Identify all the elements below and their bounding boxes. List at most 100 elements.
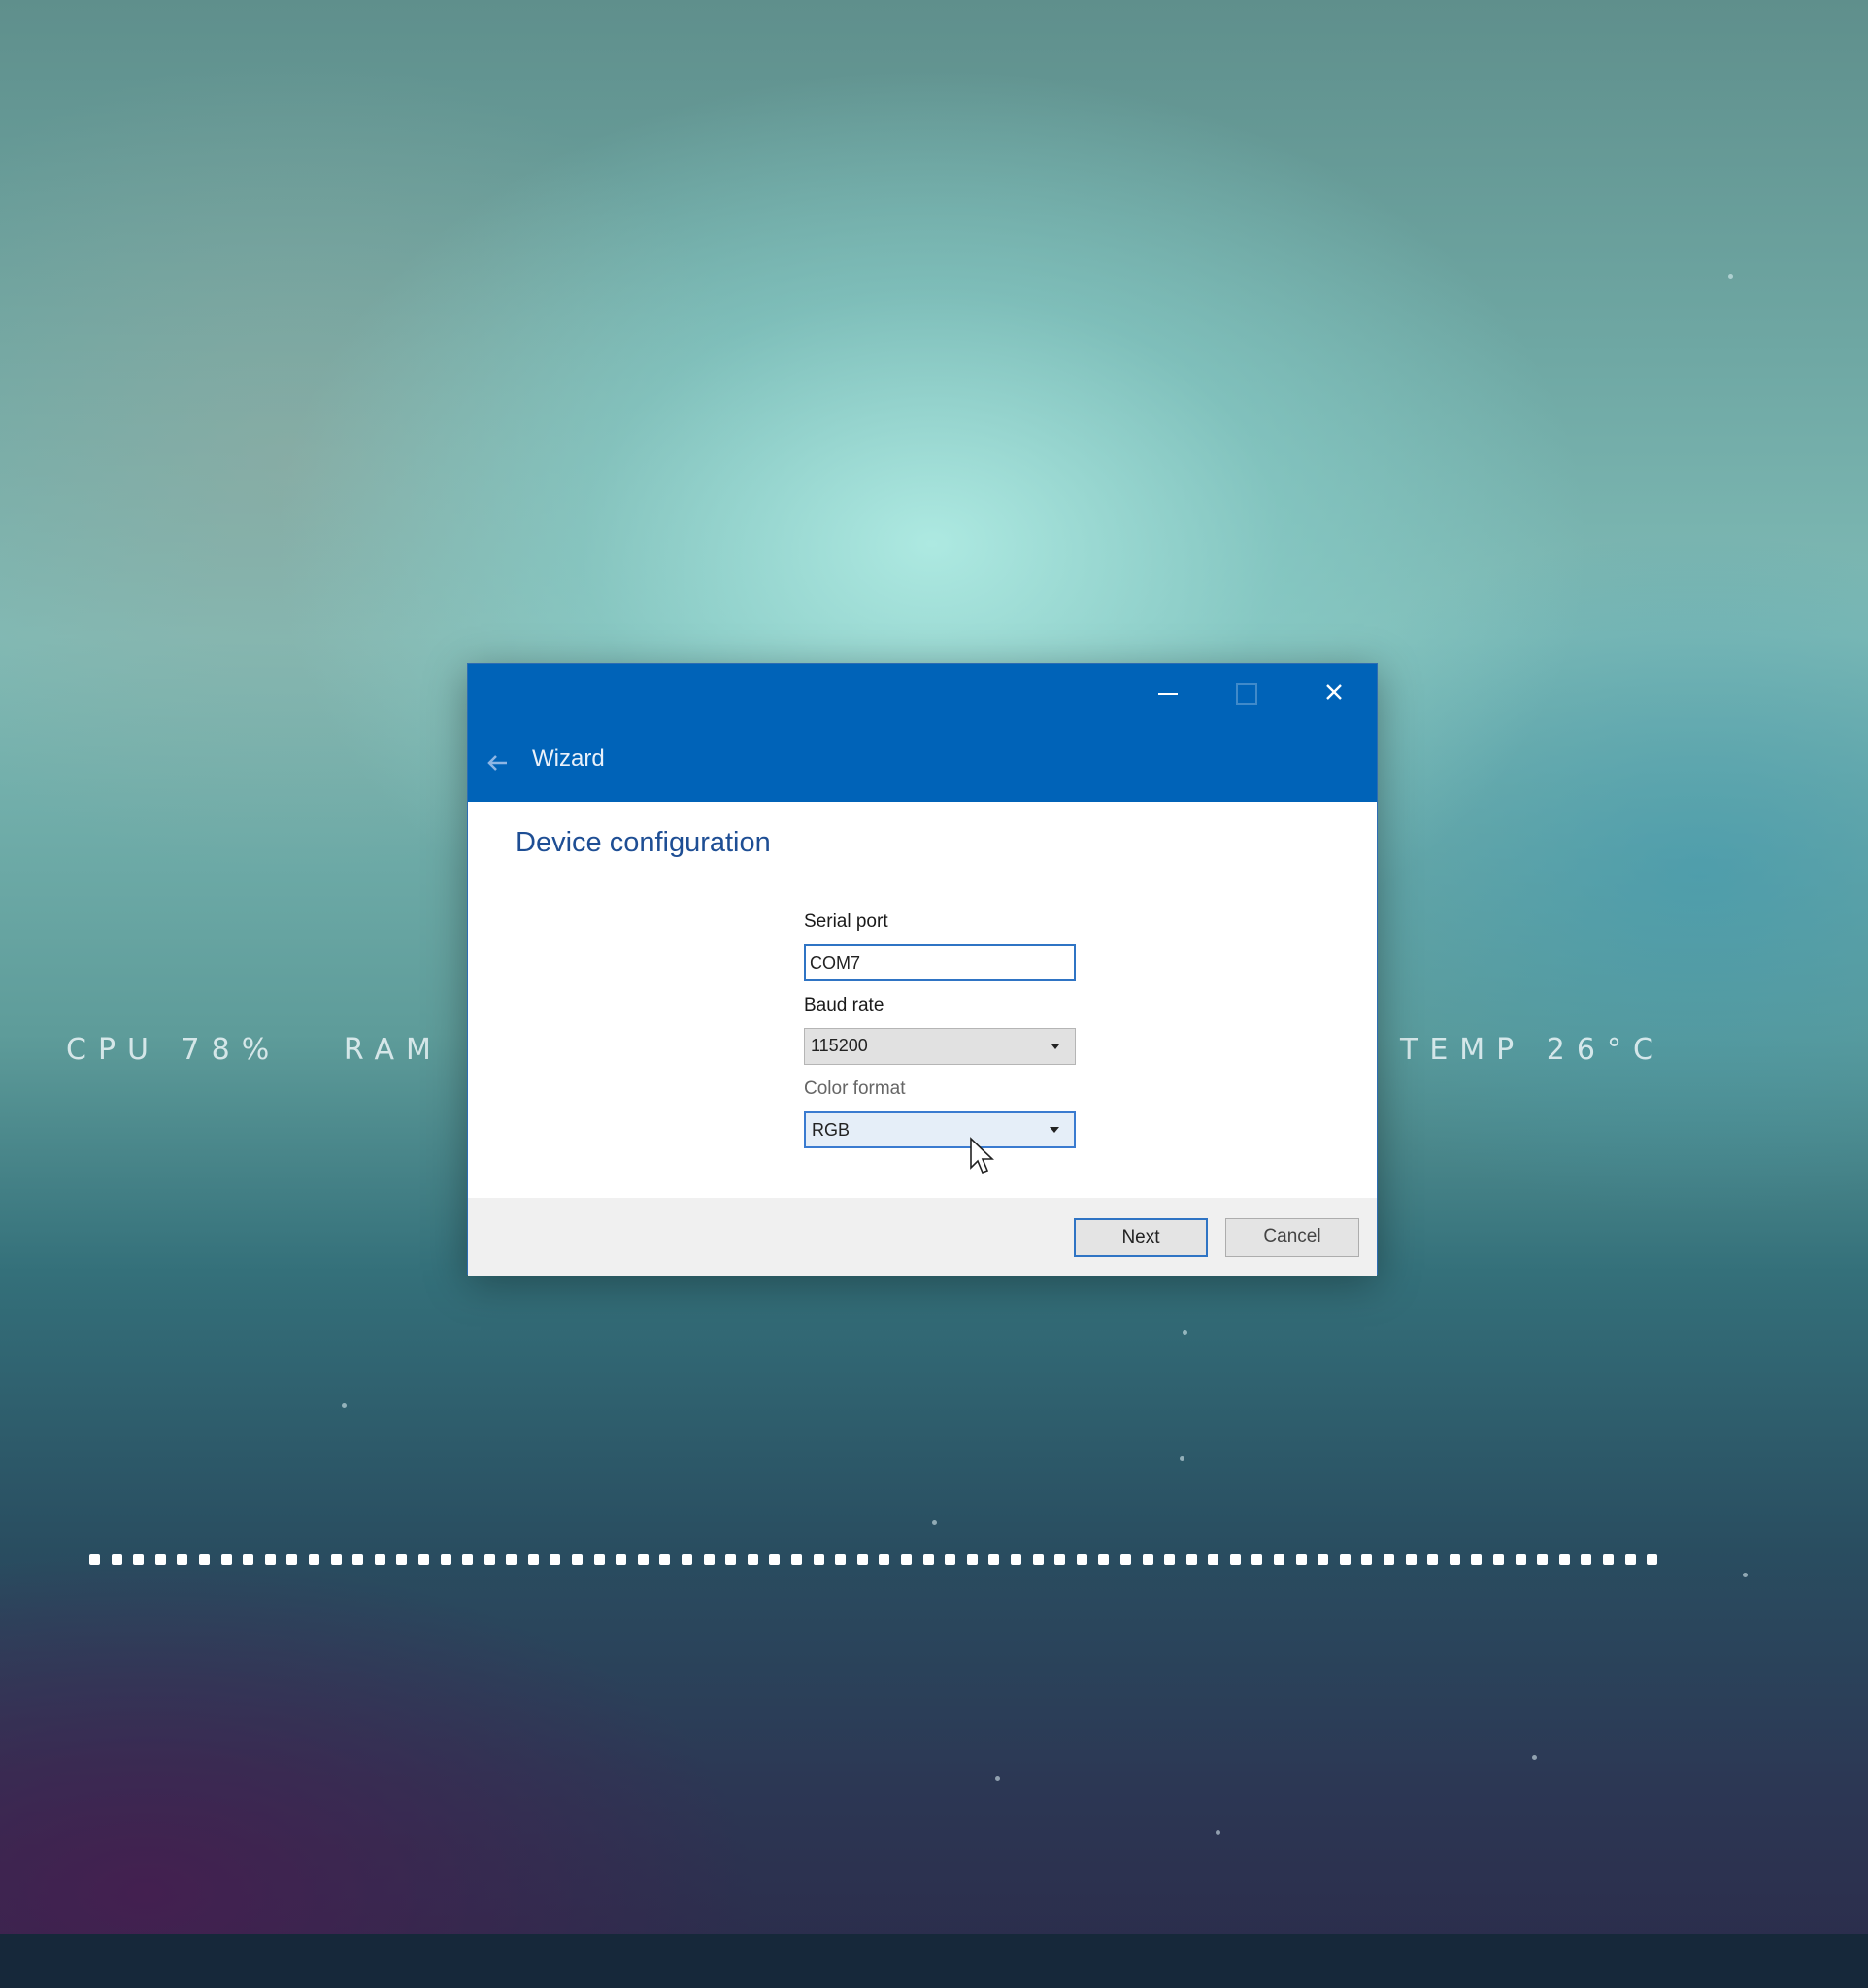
dot-decoration: [682, 1553, 693, 1565]
star-decoration: [932, 1520, 937, 1525]
dot-decoration: [922, 1553, 934, 1565]
dot-decoration: [308, 1553, 319, 1565]
page-heading: Device configuration: [516, 827, 771, 858]
dot-decoration: [527, 1553, 539, 1565]
dot-decoration: [1076, 1553, 1087, 1565]
next-button[interactable]: Next: [1074, 1218, 1208, 1257]
minimize-icon: [1158, 693, 1178, 695]
baud-rate-label: Baud rate: [804, 995, 884, 1015]
dot-decoration: [330, 1553, 342, 1565]
star-decoration: [1532, 1755, 1537, 1760]
dot-decoration: [1164, 1553, 1176, 1565]
dot-decoration: [352, 1553, 364, 1565]
arrow-left-icon: [487, 755, 507, 771]
dotted-progress-line: [89, 1552, 1658, 1566]
dot-decoration: [198, 1553, 210, 1565]
serial-port-label: Serial port: [804, 911, 888, 932]
dropdown-arrow-icon: [1051, 1044, 1059, 1049]
star-decoration: [1183, 1330, 1187, 1335]
dot-decoration: [1119, 1553, 1131, 1565]
color-format-value: RGB: [812, 1120, 851, 1140]
dot-decoration: [725, 1553, 737, 1565]
dot-decoration: [791, 1553, 802, 1565]
dot-decoration: [506, 1553, 517, 1565]
mouse-pointer-icon: [970, 1137, 994, 1175]
dot-decoration: [1384, 1553, 1395, 1565]
dot-decoration: [1142, 1553, 1153, 1565]
dot-decoration: [1647, 1553, 1658, 1565]
dot-decoration: [462, 1553, 474, 1565]
dot-decoration: [1558, 1553, 1570, 1565]
dot-decoration: [1339, 1553, 1351, 1565]
dot-decoration: [417, 1553, 429, 1565]
dot-decoration: [659, 1553, 671, 1565]
star-decoration: [342, 1403, 347, 1408]
dot-decoration: [1624, 1553, 1636, 1565]
dot-decoration: [616, 1553, 627, 1565]
dot-decoration: [593, 1553, 605, 1565]
star-decoration: [1743, 1573, 1748, 1577]
dot-decoration: [835, 1553, 847, 1565]
star-decoration: [1728, 274, 1733, 279]
dot-decoration: [484, 1553, 495, 1565]
dot-decoration: [1537, 1553, 1549, 1565]
dot-decoration: [374, 1553, 385, 1565]
dot-decoration: [154, 1553, 166, 1565]
maximize-icon: [1236, 683, 1257, 705]
dot-decoration: [747, 1553, 758, 1565]
dot-decoration: [703, 1553, 715, 1565]
dot-decoration: [1032, 1553, 1044, 1565]
dot-decoration: [945, 1553, 956, 1565]
wizard-dialog: Wizard Device configuration Serial port …: [467, 663, 1378, 1276]
dot-decoration: [900, 1553, 912, 1565]
star-decoration: [1216, 1830, 1220, 1835]
dot-decoration: [769, 1553, 781, 1565]
star-decoration: [995, 1776, 1000, 1781]
dot-decoration: [396, 1553, 408, 1565]
dot-decoration: [1405, 1553, 1417, 1565]
close-button[interactable]: [1300, 664, 1368, 722]
dot-decoration: [550, 1553, 561, 1565]
dot-decoration: [89, 1553, 100, 1565]
maximize-button[interactable]: [1213, 664, 1281, 722]
dot-decoration: [1361, 1553, 1373, 1565]
dot-decoration: [1010, 1553, 1021, 1565]
dot-decoration: [1318, 1553, 1329, 1565]
dot-decoration: [264, 1553, 276, 1565]
dot-decoration: [1229, 1553, 1241, 1565]
dot-decoration: [1471, 1553, 1483, 1565]
baud-rate-select[interactable]: 115200: [804, 1028, 1076, 1065]
dropdown-arrow-icon: [1050, 1127, 1059, 1133]
dot-decoration: [1515, 1553, 1526, 1565]
dot-decoration: [1295, 1553, 1307, 1565]
dot-decoration: [1493, 1553, 1504, 1565]
hud-temp-text: TEMP 26°C: [1400, 1033, 1665, 1067]
star-decoration: [1180, 1456, 1184, 1461]
dot-decoration: [988, 1553, 1000, 1565]
minimize-button[interactable]: [1135, 664, 1203, 722]
dot-decoration: [133, 1553, 145, 1565]
dot-decoration: [572, 1553, 584, 1565]
dot-decoration: [440, 1553, 451, 1565]
dot-decoration: [1581, 1553, 1592, 1565]
dialog-titlebar: Wizard: [468, 664, 1377, 802]
taskbar: [0, 1934, 1868, 1988]
dot-decoration: [879, 1553, 890, 1565]
back-button[interactable]: [480, 744, 518, 782]
dot-decoration: [1602, 1553, 1614, 1565]
dot-decoration: [637, 1553, 649, 1565]
color-format-label: Color format: [804, 1078, 906, 1099]
dot-decoration: [243, 1553, 254, 1565]
serial-port-input[interactable]: COM7: [804, 944, 1076, 981]
color-format-select[interactable]: RGB: [804, 1111, 1076, 1148]
dot-decoration: [286, 1553, 298, 1565]
dot-decoration: [1208, 1553, 1219, 1565]
window-title: Wizard: [532, 746, 605, 772]
baud-rate-value: 115200: [811, 1036, 868, 1055]
cancel-button[interactable]: Cancel: [1225, 1218, 1359, 1257]
dot-decoration: [1274, 1553, 1285, 1565]
dot-decoration: [111, 1553, 122, 1565]
dot-decoration: [1098, 1553, 1110, 1565]
dot-decoration: [1251, 1553, 1263, 1565]
dot-decoration: [966, 1553, 978, 1565]
